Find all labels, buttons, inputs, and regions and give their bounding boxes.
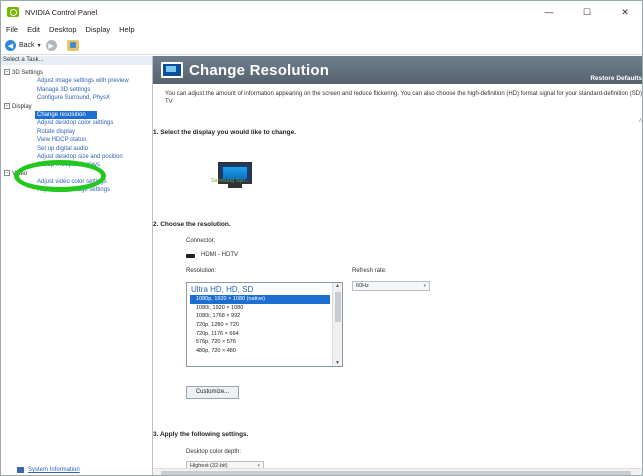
tree-item-configure-surround[interactable]: Configure Surround, PhysX (1, 94, 152, 102)
hdmi-connector-icon (186, 254, 195, 258)
resolution-option[interactable]: 720p, 1280 × 720 (190, 321, 330, 330)
resolution-option[interactable]: 720p, 1176 × 664 (190, 330, 330, 339)
scroll-down-icon[interactable]: ▼ (335, 360, 340, 366)
resolution-option[interactable]: 576p, 720 × 576 (190, 338, 330, 347)
resolution-option[interactable]: 480p, 720 × 480 (190, 347, 330, 356)
task-pane-header: Select a Task... (1, 56, 152, 65)
system-information-label: System Information (28, 467, 80, 473)
display-selector[interactable] (218, 162, 252, 192)
tree-item-view-hdcp-status[interactable]: View HDCP status (1, 136, 152, 144)
resolution-option[interactable]: 1080i, 1920 × 1080 (190, 304, 330, 313)
menu-bar: File Edit Desktop Display Help (1, 23, 642, 36)
task-pane: Select a Task... −3D Settings Adjust ima… (1, 56, 153, 475)
tree-item-adjust-image-settings[interactable]: Adjust image settings with preview (1, 77, 152, 85)
back-dropdown-icon[interactable]: ▾ (38, 42, 41, 49)
content-pane: Change Resolution Restore Defaults You c… (153, 56, 643, 475)
menu-edit[interactable]: Edit (27, 25, 40, 34)
tree-group-display[interactable]: − Display (1, 102, 152, 111)
close-button[interactable]: ✕ (606, 1, 642, 23)
minimize-button[interactable]: — (530, 1, 568, 23)
step2-title: 2. Choose the resolution. (153, 221, 231, 228)
tree-group-video[interactable]: − Video (1, 170, 152, 178)
collapse-icon[interactable]: − (4, 170, 10, 177)
forward-button[interactable]: ▶ (45, 40, 57, 51)
chevron-down-icon: ▾ (423, 283, 426, 289)
resolution-option[interactable]: 1080p, 1920 × 1080 (native) (190, 295, 330, 304)
resolution-option[interactable]: 1080i, 1768 × 992 (190, 312, 330, 321)
window-title: NVIDIA Control Panel (25, 7, 98, 17)
scroll-thumb[interactable] (335, 292, 341, 322)
system-info-icon (17, 467, 24, 473)
connector-label: Connector: (186, 238, 216, 244)
horizontal-scrollbar[interactable] (153, 468, 642, 475)
connector-value: HDMI - HDTV (201, 252, 238, 258)
back-label: Back (19, 42, 35, 49)
menu-help[interactable]: Help (119, 25, 134, 34)
scroll-up-arrow-icon[interactable]: ʌ (639, 118, 642, 124)
tree-item-manage-3d-settings[interactable]: Manage 3D settings (1, 86, 152, 94)
customize-button[interactable]: Customize... (186, 386, 239, 399)
home-icon[interactable] (66, 40, 79, 51)
color-depth-label: Desktop color depth: (186, 449, 242, 455)
page-title: Change Resolution (189, 61, 330, 79)
toolbar: ◀ Back ▾ ▶ (1, 37, 642, 55)
scroll-up-icon[interactable]: ▲ (335, 283, 340, 289)
resolution-list: 1080p, 1920 × 1080 (native) 1080i, 1920 … (190, 295, 330, 356)
maximize-button[interactable]: ☐ (568, 1, 606, 23)
tree-item-video-color[interactable]: Adjust video color settings (1, 178, 152, 186)
page-description: You can adjust the amount of information… (165, 91, 643, 105)
system-information-link[interactable]: System Information (17, 467, 80, 473)
step3-title: 3. Apply the following settings. (153, 431, 249, 438)
tree-item-change-resolution[interactable]: Change resolution (35, 110, 97, 120)
resolution-label: Resolution: (186, 268, 217, 274)
refresh-rate-dropdown[interactable]: 60Hz ▾ (352, 281, 430, 291)
back-button[interactable]: ◀ Back ▾ (5, 40, 41, 51)
display-settings-icon (161, 62, 183, 78)
tree-item-rotate-display[interactable]: Rotate display (1, 128, 152, 136)
nvidia-control-panel-window: NVIDIA Control Panel — ☐ ✕ File Edit Des… (0, 0, 643, 476)
restore-defaults-link[interactable]: Restore Defaults (590, 75, 642, 82)
display-name[interactable]: Samsung Syn... (211, 178, 250, 184)
back-arrow-icon: ◀ (5, 40, 16, 51)
resolution-listbox[interactable]: Ultra HD, HD, SD 1080p, 1920 × 1080 (nat… (186, 282, 343, 367)
nvidia-logo-icon (7, 7, 19, 17)
resolution-group-header: Ultra HD, HD, SD (191, 285, 254, 294)
tree-item-multiple-displays[interactable]: Set up multiple displays (1, 161, 152, 169)
tree-item-desktop-size-position[interactable]: Adjust desktop size and position (1, 153, 152, 161)
refresh-rate-label: Refresh rate: (352, 268, 387, 274)
tree-item-video-image[interactable]: Adjust video image settings (1, 186, 152, 194)
tree-group-3d-settings[interactable]: −3D Settings (1, 69, 152, 77)
task-tree: −3D Settings Adjust image settings with … (1, 65, 152, 195)
step1-title: 1. Select the display you would like to … (153, 129, 297, 136)
title-bar: NVIDIA Control Panel — ☐ ✕ (1, 1, 642, 23)
resolution-scrollbar[interactable]: ▲ ▼ (332, 283, 342, 366)
menu-desktop[interactable]: Desktop (49, 25, 77, 34)
horizontal-scroll-thumb[interactable] (161, 471, 631, 475)
tree-item-adjust-desktop-color[interactable]: Adjust desktop color settings (1, 119, 152, 127)
refresh-rate-value: 60Hz (356, 283, 369, 289)
collapse-icon[interactable]: − (4, 102, 10, 109)
menu-display[interactable]: Display (86, 25, 111, 34)
page-banner: Change Resolution Restore Defaults (153, 56, 642, 84)
tree-item-digital-audio[interactable]: Set up digital audio (1, 145, 152, 153)
collapse-icon[interactable]: − (4, 69, 10, 76)
menu-file[interactable]: File (6, 25, 18, 34)
window-controls: — ☐ ✕ (530, 1, 642, 23)
